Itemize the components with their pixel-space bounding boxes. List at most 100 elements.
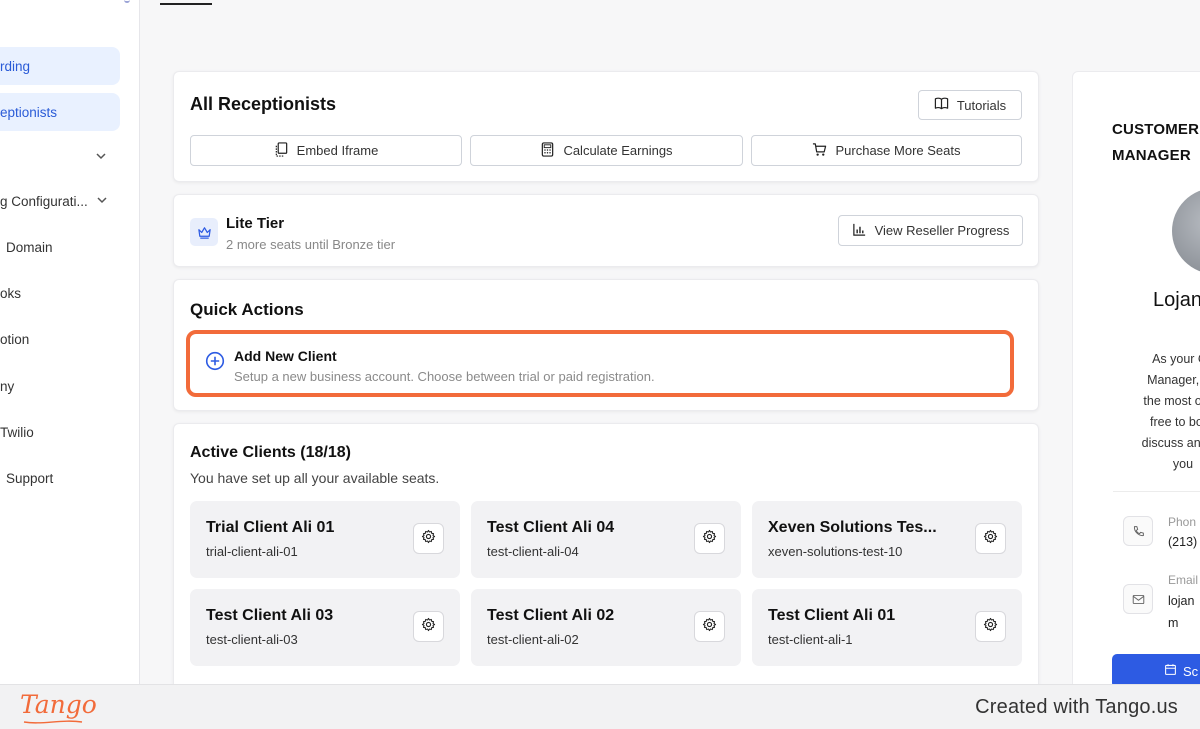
sidebar-item-company[interactable]: ny: [0, 367, 120, 405]
copy-icon: [274, 141, 289, 160]
phone-label: Phon: [1168, 515, 1197, 529]
sidebar-item-label: eptionists: [0, 104, 58, 120]
email-value[interactable]: lojan m: [1168, 590, 1194, 634]
embed-iframe-button[interactable]: Embed Iframe: [190, 135, 462, 166]
sidebar-item-subscription[interactable]: otion: [0, 320, 120, 358]
gear-icon: [421, 617, 436, 637]
sidebar-item-label: Twilio: [0, 424, 34, 440]
sidebar-item-label: g Configurati...: [0, 193, 88, 209]
sidebar-item-support[interactable]: Support: [0, 459, 120, 497]
quick-actions-card: Quick Actions Add New Client Setup a new…: [173, 279, 1039, 411]
sidebar-item-label: Domain: [6, 239, 53, 255]
sidebar-item-label: otion: [0, 331, 30, 347]
sidebar-item-receptionists[interactable]: eptionists: [0, 93, 120, 131]
client-card[interactable]: Test Client Ali 01 test-client-ali-1: [752, 589, 1022, 666]
gear-icon: [421, 529, 436, 549]
header-tab-indicator: [160, 3, 212, 5]
client-card[interactable]: Test Client Ali 03 test-client-ali-03: [190, 589, 460, 666]
client-grid: Trial Client Ali 01 trial-client-ali-01 …: [190, 501, 1024, 666]
settings-button[interactable]: [975, 523, 1006, 554]
email-label: Email: [1168, 573, 1199, 587]
sidebar-item-domain[interactable]: Domain: [0, 228, 120, 266]
phone-icon: [1123, 516, 1153, 546]
sidebar-top-indicator: [124, 0, 130, 3]
chevron-down-icon: [97, 195, 107, 208]
footer-bar: Tango Created with Tango.us: [0, 684, 1200, 729]
client-name: Test Client Ali 04: [487, 519, 615, 536]
sidebar-item-label: Support: [6, 470, 54, 486]
client-card[interactable]: Test Client Ali 04 test-client-ali-04: [471, 501, 741, 578]
view-reseller-progress-button[interactable]: View Reseller Progress: [838, 215, 1023, 246]
calculate-earnings-button[interactable]: Calculate Earnings: [470, 135, 743, 166]
client-name: Test Client Ali 03: [206, 607, 334, 624]
client-name: Xeven Solutions Tes...: [768, 519, 937, 536]
sidebar-item-configuration[interactable]: g Configurati...: [0, 182, 120, 220]
settings-button[interactable]: [975, 611, 1006, 642]
calendar-icon: [1164, 663, 1177, 679]
calculate-earnings-label: Calculate Earnings: [563, 143, 673, 158]
gear-icon: [983, 529, 998, 549]
schedule-button[interactable]: Sc: [1112, 654, 1200, 688]
settings-button[interactable]: [694, 523, 725, 554]
client-slug: test-client-ali-03: [206, 632, 298, 647]
client-card[interactable]: Xeven Solutions Tes... xeven-solutions-t…: [752, 501, 1022, 578]
sidebar: rding eptionists g Configurati... Domain…: [0, 0, 140, 684]
cart-icon: [812, 142, 827, 160]
avatar: [1172, 188, 1200, 274]
phone-value[interactable]: (213): [1168, 531, 1197, 553]
sidebar-item-onboarding[interactable]: rding: [0, 47, 120, 85]
customer-manager-panel: CUSTOMER MANAGER Lojan As your Cu Manage…: [1072, 71, 1200, 691]
quick-actions-title: Quick Actions: [190, 300, 304, 319]
add-new-client-title: Add New Client: [234, 348, 337, 364]
settings-button[interactable]: [413, 611, 444, 642]
add-new-client-subtitle: Setup a new business account. Choose bet…: [234, 369, 655, 384]
tutorials-label: Tutorials: [956, 97, 1007, 113]
client-slug: test-client-ali-1: [768, 632, 853, 647]
client-name: Test Client Ali 01: [768, 607, 896, 624]
gear-icon: [702, 617, 717, 637]
book-icon: [934, 96, 949, 114]
gear-icon: [983, 617, 998, 637]
schedule-label: Sc: [1183, 663, 1199, 679]
sidebar-item-label: ny: [0, 378, 15, 394]
gear-icon: [702, 529, 717, 549]
client-card[interactable]: Test Client Ali 02 test-client-ali-02: [471, 589, 741, 666]
tutorials-button[interactable]: Tutorials: [918, 90, 1022, 120]
purchase-more-seats-button[interactable]: Purchase More Seats: [751, 135, 1022, 166]
add-new-client-button[interactable]: Add New Client Setup a new business acco…: [186, 330, 1014, 397]
active-clients-subtitle: You have set up all your available seats…: [190, 470, 440, 486]
embed-iframe-label: Embed Iframe: [296, 143, 379, 158]
mail-icon: [1123, 584, 1153, 614]
calculator-icon: [540, 141, 555, 160]
sidebar-item-webhooks[interactable]: oks: [0, 274, 120, 312]
customer-manager-title: CUSTOMER MANAGER: [1112, 121, 1200, 164]
receptionists-card: All Receptionists Tutorials Embed Iframe…: [173, 71, 1039, 182]
settings-button[interactable]: [413, 523, 444, 554]
logo-swash: [23, 720, 83, 724]
client-slug: trial-client-ali-01: [206, 544, 298, 559]
tier-card: Lite Tier 2 more seats until Bronze tier…: [173, 194, 1039, 267]
client-name: Trial Client Ali 01: [206, 519, 335, 536]
sidebar-item-label: rding: [0, 58, 31, 74]
view-reseller-progress-label: View Reseller Progress: [874, 223, 1010, 238]
client-slug: test-client-ali-02: [487, 632, 579, 647]
manager-description: As your Cu Manager, I'm the most out o f…: [1141, 352, 1200, 471]
sidebar-item-collapsed-group[interactable]: [0, 138, 120, 176]
client-name: Test Client Ali 02: [487, 607, 615, 624]
tier-name: Lite Tier: [226, 215, 285, 232]
client-slug: test-client-ali-04: [487, 544, 579, 559]
bar-chart-icon: [852, 222, 867, 240]
active-clients-card: Active Clients (18/18) You have set up a…: [173, 423, 1039, 693]
page-title: All Receptionists: [190, 94, 337, 114]
tango-logo: Tango: [20, 690, 97, 719]
tier-subtitle: 2 more seats until Bronze tier: [226, 237, 396, 252]
divider: [1113, 491, 1200, 492]
chevron-down-icon: [96, 151, 106, 164]
sidebar-item-label: oks: [0, 285, 22, 301]
purchase-more-seats-label: Purchase More Seats: [835, 143, 961, 158]
settings-button[interactable]: [694, 611, 725, 642]
footer-credit: Created with Tango.us: [975, 696, 1178, 718]
sidebar-item-twilio[interactable]: Twilio: [0, 413, 120, 451]
client-card[interactable]: Trial Client Ali 01 trial-client-ali-01: [190, 501, 460, 578]
crown-icon: [190, 218, 218, 246]
